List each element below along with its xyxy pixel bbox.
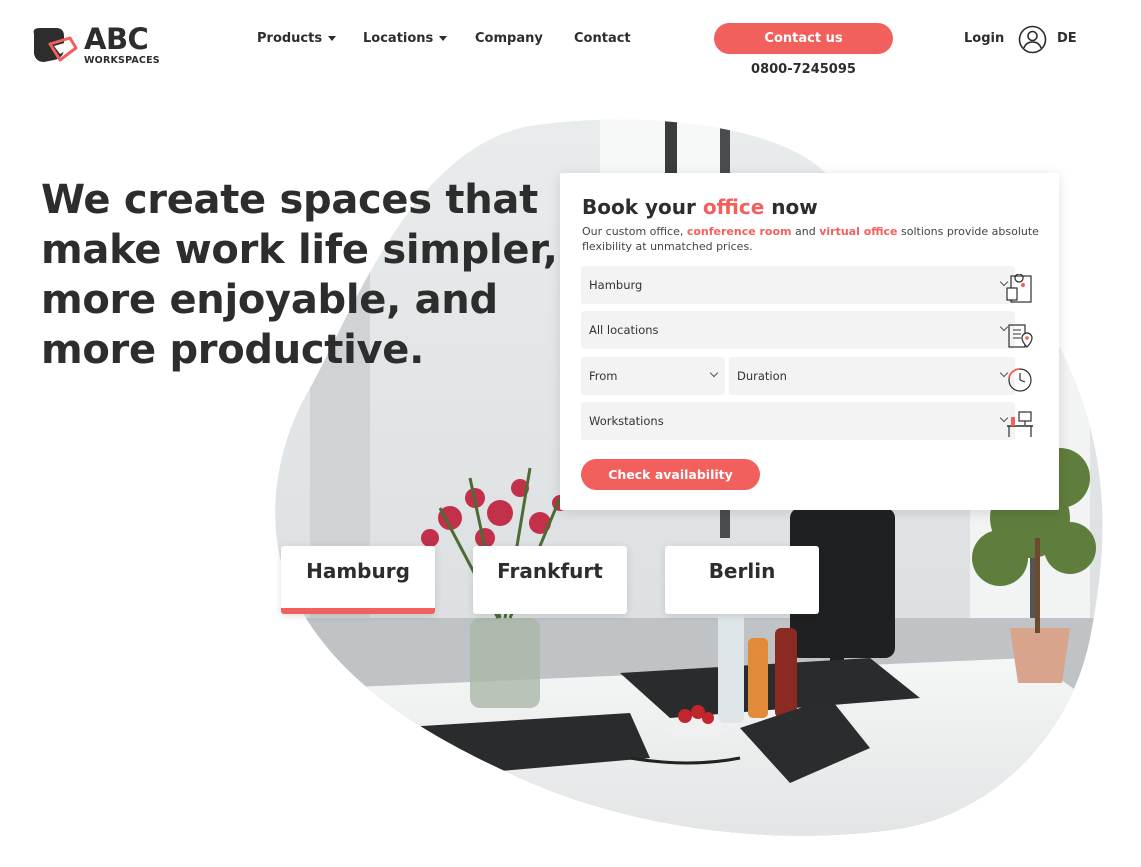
city-select[interactable]: Hamburg [581,266,1015,304]
virtual-office-link[interactable]: virtual office [819,225,897,238]
building-location-icon [1008,324,1033,348]
workstations-value: Workstations [589,414,664,428]
booking-card: Book your office now Our custom office, … [560,173,1059,510]
booking-description: Our custom office, conference room and v… [582,224,1042,254]
booking-desc-part1: Our custom office, [582,225,687,238]
tab-frankfurt[interactable]: Frankfurt [473,546,627,614]
duration-value: Duration [737,369,787,383]
brand-logo[interactable]: ABC WORKSPACES [30,24,160,66]
caret-down-icon [328,36,337,41]
check-availability-button[interactable]: Check availability [581,459,760,490]
logo-mark-icon [33,28,78,62]
conference-room-link[interactable]: conference room [687,225,792,238]
booking-title-post: now [764,195,818,219]
tab-berlin[interactable]: Berlin [665,546,819,614]
booking-title-pre: Book your [582,195,703,219]
desk-workstation-icon [1007,411,1033,437]
clock-timer-icon [1008,368,1032,392]
duration-select[interactable]: Duration [729,357,1015,395]
location-select[interactable]: All locations [581,311,1015,349]
map-pin-screen-icon [1006,274,1032,303]
from-date-value: From [589,369,618,383]
chevron-down-icon [709,368,719,378]
tab-hamburg[interactable]: Hamburg [281,546,435,614]
booking-desc-part2: and [791,225,820,238]
user-circle-icon[interactable] [1018,25,1047,54]
brand-sub: WORKSPACES [84,54,160,66]
contact-us-button[interactable]: Contact us [714,23,893,54]
login-link[interactable]: Login [964,31,1004,46]
booking-title: Book your office now [582,195,818,219]
nav-company[interactable]: Company [475,31,543,46]
workstations-select[interactable]: Workstations [581,402,1015,440]
caret-down-icon [439,36,448,41]
location-select-value: All locations [589,323,659,337]
city-select-value: Hamburg [589,278,643,292]
nav-company-label: Company [475,31,543,46]
phone-number[interactable]: 0800-7245095 [714,62,893,77]
hero-headline: We create spaces that make work life sim… [41,177,558,373]
nav-contact-label: Contact [574,31,631,46]
brand-text: ABC WORKSPACES [84,21,160,66]
booking-title-highlight: office [702,195,765,219]
nav-products-label: Products [257,31,323,46]
nav-locations[interactable]: Locations [363,31,448,46]
nav-contact[interactable]: Contact [574,31,631,46]
language-switch[interactable]: DE [1057,31,1077,46]
from-date-select[interactable]: From [581,357,725,395]
nav-products[interactable]: Products [257,31,337,46]
brand-name: ABC [84,21,149,56]
nav-locations-label: Locations [363,31,434,46]
